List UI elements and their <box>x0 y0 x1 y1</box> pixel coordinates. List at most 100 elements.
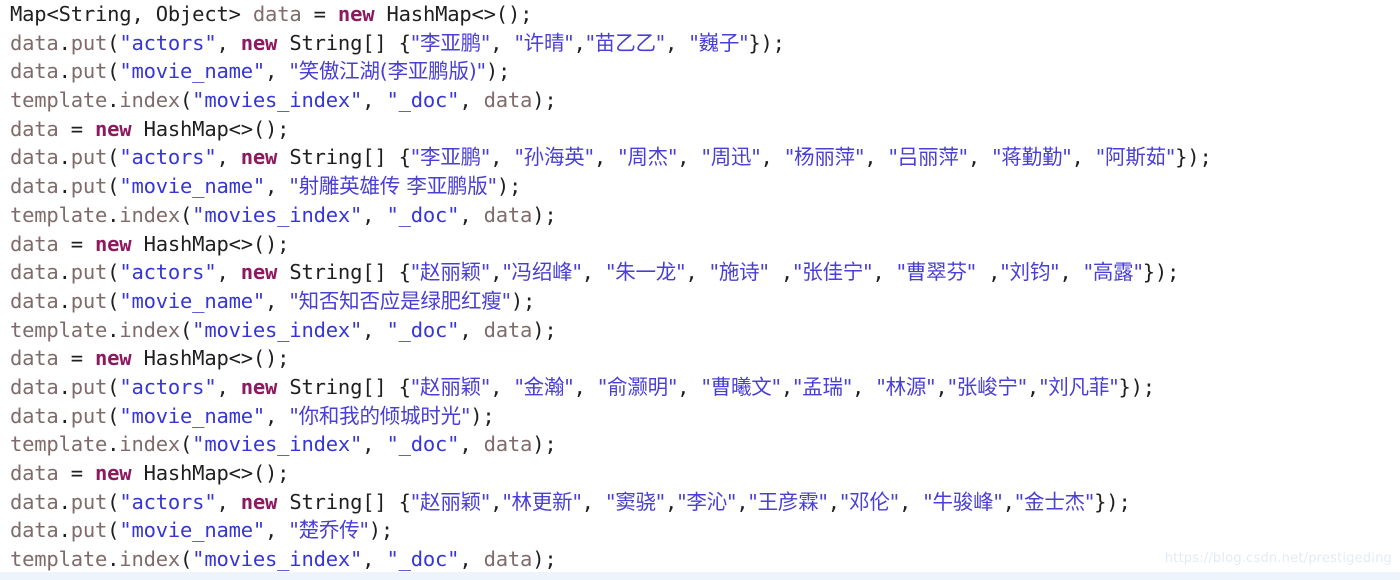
string-literal: "actors" <box>119 489 217 514</box>
punctuation: < <box>46 2 59 26</box>
punctuation: [] { <box>362 260 411 285</box>
string-literal: "笑傲江湖(李亚鹏版)" <box>289 59 486 84</box>
string-literal: "冯绍峰" <box>502 260 582 285</box>
punctuation: ); <box>532 88 557 113</box>
punctuation: , <box>490 489 503 514</box>
identifier: put <box>70 59 108 84</box>
identifier: data <box>10 116 59 141</box>
punctuation: = <box>58 231 96 256</box>
punctuation: , <box>581 260 606 285</box>
keyword: new <box>95 461 132 485</box>
punctuation: , <box>864 145 889 170</box>
punctuation <box>131 346 143 370</box>
punctuation: , <box>362 432 387 457</box>
keyword: new <box>337 2 375 26</box>
punctuation: , <box>131 2 156 26</box>
punctuation: = <box>58 346 96 371</box>
punctuation: <>(); <box>471 2 533 26</box>
punctuation: , <box>216 30 241 55</box>
string-literal: "赵丽颖" <box>410 489 491 514</box>
string-literal: "刘凡菲" <box>1039 374 1119 399</box>
identifier: data <box>10 231 59 256</box>
code-line: Map<String, Object> data = new HashMap<>… <box>0 0 1400 29</box>
type-name: HashMap <box>143 231 229 256</box>
punctuation: . <box>58 518 71 543</box>
punctuation: ( <box>107 59 120 84</box>
string-literal: "高露" <box>1083 260 1143 285</box>
punctuation: . <box>58 403 71 428</box>
punctuation: , <box>216 260 241 285</box>
punctuation: , <box>573 374 598 399</box>
string-literal: "孙海英" <box>514 145 594 170</box>
punctuation: , <box>677 145 702 170</box>
punctuation: , <box>1071 145 1096 170</box>
punctuation: ( <box>107 288 120 313</box>
punctuation: , <box>935 374 948 399</box>
string-literal: "movie_name" <box>119 174 266 199</box>
punctuation: , <box>459 317 484 342</box>
keyword: new <box>240 489 278 514</box>
punctuation: }); <box>1118 374 1155 399</box>
punctuation: . <box>58 260 71 285</box>
punctuation: ( <box>107 260 120 285</box>
string-literal: "金士杰" <box>1014 489 1095 514</box>
type-name: Object <box>155 2 229 26</box>
punctuation: , <box>362 88 387 113</box>
identifier: put <box>70 145 108 170</box>
identifier: data <box>483 547 533 572</box>
punctuation: , <box>581 489 606 514</box>
string-literal: "actors" <box>119 145 217 170</box>
string-literal: "李亚鹏" <box>410 145 491 170</box>
identifier: data <box>483 88 533 113</box>
punctuation: . <box>107 88 120 113</box>
type-name: HashMap <box>143 346 229 371</box>
punctuation: , <box>490 145 515 170</box>
string-literal: "吕丽萍" <box>888 145 968 170</box>
string-literal: "李亚鹏" <box>410 30 491 55</box>
punctuation: . <box>58 489 71 514</box>
punctuation: , <box>665 30 690 55</box>
string-literal: "_doc" <box>386 88 460 113</box>
identifier: index <box>119 317 181 342</box>
punctuation: , <box>780 374 793 399</box>
identifier: index <box>119 88 181 113</box>
string-literal: "movies_index" <box>192 317 363 342</box>
string-literal: "刘钧" <box>1000 260 1060 285</box>
identifier: index <box>119 547 181 572</box>
punctuation <box>277 490 289 514</box>
punctuation: . <box>58 30 71 55</box>
punctuation: . <box>58 145 71 170</box>
string-literal: "你和我的倾城时光" <box>289 403 471 428</box>
punctuation <box>131 461 143 485</box>
punctuation: , <box>362 317 387 342</box>
type-name: String <box>289 374 363 399</box>
punctuation: ( <box>107 174 120 199</box>
punctuation: , <box>872 260 897 285</box>
punctuation <box>277 145 289 169</box>
punctuation: , <box>459 432 484 457</box>
punctuation: [] { <box>362 30 411 55</box>
identifier: data <box>10 518 59 543</box>
string-literal: "许晴" <box>514 30 574 55</box>
punctuation: }); <box>1175 145 1212 170</box>
identifier: data <box>483 432 533 457</box>
string-literal: "movie_name" <box>119 288 266 313</box>
punctuation: , <box>685 260 710 285</box>
punctuation: ); <box>368 518 393 543</box>
identifier: put <box>70 260 108 285</box>
string-literal: "movie_name" <box>119 59 266 84</box>
type-name: String <box>58 2 132 26</box>
punctuation: <>(); <box>228 231 290 256</box>
punctuation: . <box>107 202 120 227</box>
string-literal: "知否知否应是绿肥红瘦" <box>289 288 511 313</box>
string-literal: "李沁" <box>677 489 737 514</box>
punctuation: . <box>58 174 71 199</box>
identifier: put <box>70 403 108 428</box>
type-name: String <box>289 260 363 285</box>
punctuation: , <box>459 88 484 113</box>
punctuation: , <box>1059 260 1084 285</box>
punctuation: ( <box>180 547 193 572</box>
punctuation: . <box>107 317 120 342</box>
code-line: data.put("actors", new String[] {"赵丽颖","… <box>0 258 1400 287</box>
watermark-text: https://blog.csdn.net/prestigeding <box>1164 551 1392 566</box>
